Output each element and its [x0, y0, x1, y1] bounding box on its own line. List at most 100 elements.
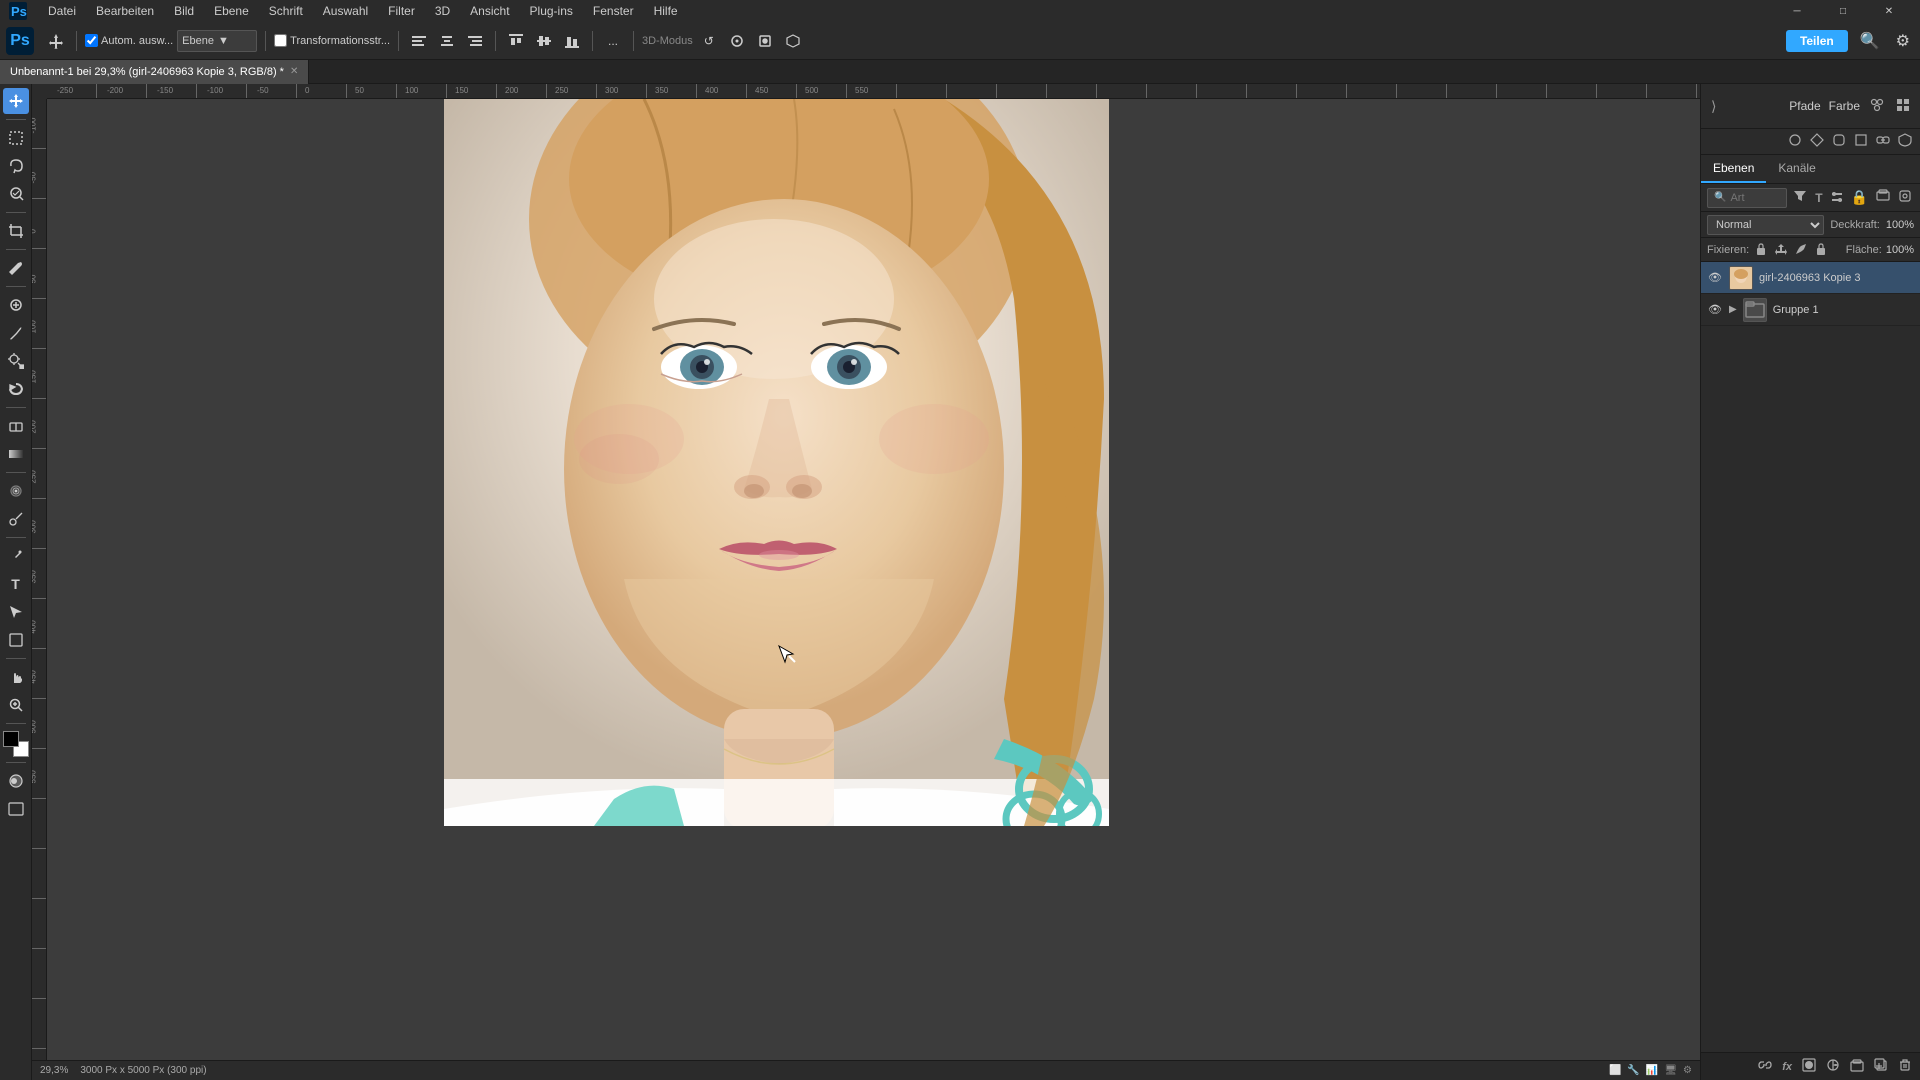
tool-text[interactable]: T: [3, 571, 29, 597]
blend-mode-dropdown[interactable]: Normal: [1707, 215, 1824, 235]
settings-icon-toolbar[interactable]: ⚙: [1892, 29, 1914, 53]
menu-ebene[interactable]: Ebene: [206, 2, 257, 20]
tool-screen-mode[interactable]: [3, 796, 29, 822]
panel-shape-icon[interactable]: [1868, 96, 1886, 117]
menu-hilfe[interactable]: Hilfe: [646, 2, 686, 20]
tool-pen[interactable]: [3, 543, 29, 569]
panel-collapse-icon[interactable]: ⟩: [1709, 96, 1718, 117]
tool-quick-mask[interactable]: [3, 768, 29, 794]
menu-filter[interactable]: Filter: [380, 2, 423, 20]
tool-lasso[interactable]: [3, 153, 29, 179]
menu-bearbeiten[interactable]: Bearbeiten: [88, 2, 162, 20]
lock-move-icon[interactable]: [1773, 240, 1789, 260]
tool-eyedropper[interactable]: [3, 255, 29, 281]
align-right-btn[interactable]: [463, 29, 487, 53]
layer-visibility-0[interactable]: 👁: [1707, 270, 1723, 286]
toolbar-move-icon[interactable]: [44, 29, 68, 53]
tool-brush[interactable]: [3, 320, 29, 346]
tool-blur[interactable]: [3, 478, 29, 504]
panel-fx-icon[interactable]: fx: [1780, 1059, 1794, 1075]
layer-item-1[interactable]: 👁 ▶ Gruppe 1: [1701, 294, 1920, 326]
tool-quick-select[interactable]: [3, 181, 29, 207]
more-options-btn[interactable]: ...: [601, 29, 625, 53]
menu-3d[interactable]: 3D: [427, 2, 458, 20]
canvas-workspace[interactable]: [47, 99, 1700, 1060]
close-button[interactable]: ✕: [1866, 0, 1912, 22]
layer-visibility-1[interactable]: 👁: [1707, 302, 1723, 318]
panel-group-icon[interactable]: [1874, 187, 1892, 208]
panel-group-layer-icon[interactable]: [1848, 1056, 1866, 1077]
panel-circle-mask-icon[interactable]: [1786, 131, 1804, 152]
maximize-button[interactable]: □: [1820, 0, 1866, 22]
panel-shield-icon[interactable]: [1896, 131, 1914, 152]
tool-rect-select[interactable]: [3, 125, 29, 151]
menu-ansicht[interactable]: Ansicht: [462, 2, 517, 20]
tool-hand[interactable]: [3, 664, 29, 690]
tool-path-select[interactable]: [3, 599, 29, 625]
tool-move[interactable]: [3, 88, 29, 114]
autoselect-checkbox[interactable]: [85, 34, 98, 47]
menu-plugins[interactable]: Plug-ins: [522, 2, 581, 20]
rotate-ccw-btn[interactable]: ↺: [697, 29, 721, 53]
panel-search-input[interactable]: [1730, 192, 1780, 204]
tool-gradient[interactable]: [3, 441, 29, 467]
tool-shape[interactable]: [3, 627, 29, 653]
minimize-button[interactable]: ─: [1774, 0, 1820, 22]
panel-tab-channels[interactable]: Kanäle: [1766, 155, 1827, 183]
lock-position-icon[interactable]: [1753, 240, 1769, 260]
document-tab-active[interactable]: Unbenannt-1 bei 29,3% (girl-2406963 Kopi…: [0, 60, 309, 84]
layer-mode-dropdown[interactable]: Ebene ▼: [177, 30, 257, 52]
tool-crop[interactable]: [3, 218, 29, 244]
panel-rounded-rect-icon[interactable]: [1830, 131, 1848, 152]
paths-tab-label[interactable]: Pfade: [1789, 99, 1820, 113]
scale-btn[interactable]: [753, 29, 777, 53]
panel-tab-layers[interactable]: Ebenen: [1701, 155, 1766, 183]
panel-adj-icon[interactable]: [1829, 188, 1845, 208]
lock-art-icon[interactable]: [1793, 240, 1809, 260]
tool-eraser[interactable]: [3, 413, 29, 439]
rotate-tools-btn[interactable]: [725, 29, 749, 53]
menu-datei[interactable]: Datei: [40, 2, 84, 20]
tab-close-btn[interactable]: ✕: [290, 66, 298, 77]
distribute-middle-btn[interactable]: [532, 29, 556, 53]
color-tab-label[interactable]: Farbe: [1829, 99, 1860, 113]
tool-dodge[interactable]: [3, 506, 29, 532]
panel-link-icon[interactable]: [1756, 1056, 1774, 1077]
menu-auswahl[interactable]: Auswahl: [315, 2, 376, 20]
foreground-color-swatch[interactable]: [3, 731, 19, 747]
layer-item-0[interactable]: 👁 girl-2406963 Kopie 3: [1701, 262, 1920, 294]
panel-lock-icon[interactable]: 🔒: [1849, 187, 1870, 208]
align-center-btn[interactable]: [435, 29, 459, 53]
distribute-top-btn[interactable]: [504, 29, 528, 53]
panel-mask-icon[interactable]: [1800, 1056, 1818, 1077]
tool-clone-stamp[interactable]: [3, 348, 29, 374]
lock-all-icon[interactable]: [1813, 240, 1829, 260]
3d-extra-btn[interactable]: [781, 29, 805, 53]
share-button[interactable]: Teilen: [1786, 30, 1848, 52]
transform-checkbox[interactable]: [274, 34, 287, 47]
panel-diamond-icon[interactable]: [1808, 131, 1826, 152]
panel-rect-icon[interactable]: [1852, 131, 1870, 152]
menu-schrift[interactable]: Schrift: [261, 2, 311, 20]
autoselect-checkbox-label[interactable]: Autom. ausw...: [85, 34, 173, 47]
panel-filter-icon[interactable]: [1791, 187, 1809, 208]
color-swatches[interactable]: [3, 731, 29, 757]
panel-search-box[interactable]: 🔍: [1707, 188, 1787, 208]
tool-zoom[interactable]: [3, 692, 29, 718]
tool-spot-heal[interactable]: [3, 292, 29, 318]
panel-delete-layer-icon[interactable]: [1896, 1056, 1914, 1077]
panel-grid-icon[interactable]: [1894, 96, 1912, 117]
panel-chain-icon[interactable]: [1874, 131, 1892, 152]
search-icon-toolbar[interactable]: 🔍: [1856, 29, 1884, 53]
panel-adj-layer-icon[interactable]: [1824, 1056, 1842, 1077]
align-left-btn[interactable]: [407, 29, 431, 53]
distribute-bottom-btn[interactable]: [560, 29, 584, 53]
layer-expand-arrow[interactable]: ▶: [1729, 304, 1737, 315]
panel-new-layer-icon[interactable]: [1872, 1056, 1890, 1077]
panel-text-icon[interactable]: T: [1813, 189, 1824, 207]
menu-fenster[interactable]: Fenster: [585, 2, 642, 20]
tool-history-brush[interactable]: [3, 376, 29, 402]
menu-bild[interactable]: Bild: [166, 2, 202, 20]
transform-checkbox-label[interactable]: Transformationsstr...: [274, 34, 390, 47]
panel-smart-icon[interactable]: [1896, 187, 1914, 208]
